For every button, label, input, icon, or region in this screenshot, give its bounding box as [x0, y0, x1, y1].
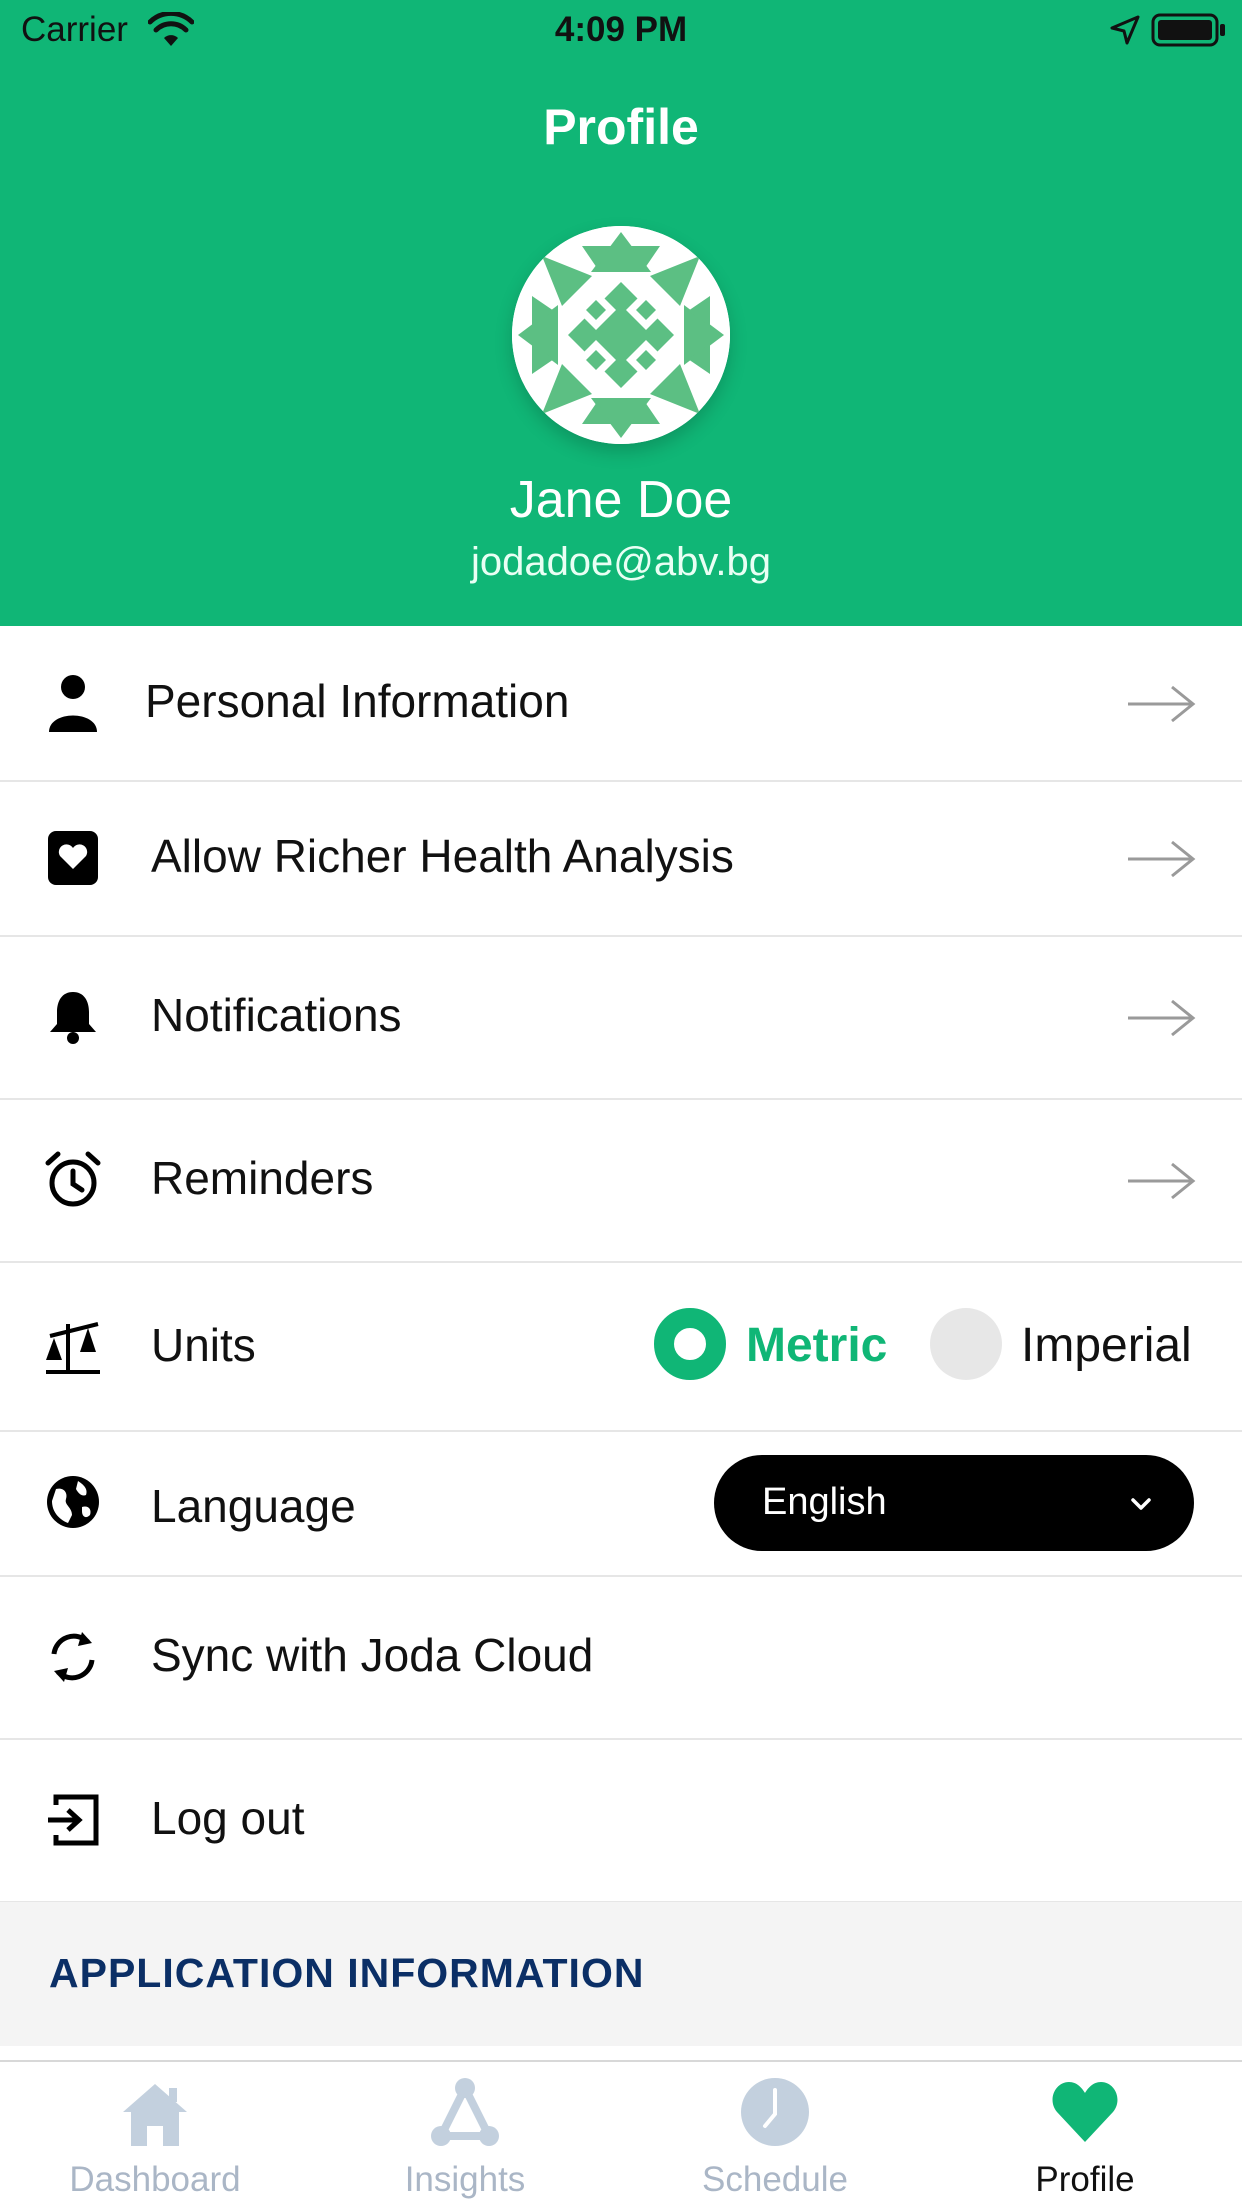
sync-row[interactable]: Sync with Joda Cloud [0, 1576, 1242, 1740]
application-information-section: APPLICATION INFORMATION [0, 1902, 1242, 2046]
arrow-right-icon [1128, 999, 1196, 1037]
triangle-network-icon [431, 2078, 499, 2146]
sync-icon [51, 1632, 95, 1682]
person-icon [49, 675, 97, 732]
battery-icon [1151, 13, 1225, 47]
globe-icon [47, 1476, 99, 1528]
tab-profile-label: Profile [1035, 2160, 1135, 2199]
health-analysis-label: Allow Richer Health Analysis [151, 830, 734, 882]
notifications-row[interactable]: Notifications [0, 936, 1242, 1100]
health-analysis-row[interactable]: Allow Richer Health Analysis [0, 781, 1242, 937]
metric-radio[interactable] [654, 1308, 726, 1380]
language-value: English [762, 1481, 887, 1523]
tab-dashboard-label: Dashboard [69, 2160, 241, 2199]
tab-profile[interactable]: Profile [930, 2062, 1240, 2210]
tab-insights-label: Insights [404, 2160, 526, 2199]
page-title: Profile [543, 99, 699, 155]
logout-icon [48, 1794, 99, 1846]
logout-row[interactable]: Log out [0, 1739, 1242, 1903]
arrow-right-icon [1128, 1162, 1196, 1200]
user-name: Jane Doe [509, 471, 733, 529]
heart-icon [1052, 2082, 1118, 2142]
scale-icon [46, 1322, 100, 1374]
imperial-radio[interactable] [930, 1308, 1002, 1380]
section-title: APPLICATION INFORMATION [49, 1950, 645, 1996]
units-label: Units [151, 1319, 256, 1371]
location-arrow-icon [1110, 15, 1140, 45]
language-row: Language English [0, 1431, 1242, 1577]
metric-label[interactable]: Metric [746, 1318, 887, 1373]
tab-dashboard[interactable]: Dashboard [0, 2062, 310, 2210]
personal-information-label: Personal Information [145, 675, 570, 727]
imperial-label[interactable]: Imperial [1021, 1318, 1192, 1373]
bell-icon [50, 992, 96, 1044]
alarm-clock-icon [45, 1151, 101, 1207]
language-label: Language [151, 1480, 356, 1532]
sync-label: Sync with Joda Cloud [151, 1629, 594, 1681]
status-bar: Carrier 4:09 PM [0, 0, 1242, 62]
chevron-down-icon [1131, 1498, 1151, 1510]
tab-schedule-label: Schedule [702, 2160, 848, 2199]
clock-icon [741, 2078, 809, 2146]
tab-bar: Dashboard Insights Schedule Profile [0, 2060, 1242, 2210]
tab-schedule[interactable]: Schedule [620, 2062, 930, 2210]
logout-label: Log out [151, 1792, 305, 1844]
reminders-row[interactable]: Reminders [0, 1099, 1242, 1263]
language-select[interactable]: English [714, 1455, 1194, 1551]
profile-header: Carrier 4:09 PM Profile Jane Doe jodadoe… [0, 0, 1242, 626]
notifications-label: Notifications [151, 989, 402, 1041]
heart-box-icon [48, 831, 98, 885]
avatar[interactable] [512, 226, 730, 444]
units-row: Units Metric Imperial [0, 1262, 1242, 1432]
reminders-label: Reminders [151, 1152, 374, 1204]
personal-information-row[interactable]: Personal Information [0, 626, 1242, 782]
user-email: jodadoe@abv.bg [470, 540, 772, 584]
avatar-pattern-icon [512, 226, 730, 444]
home-icon [123, 2084, 187, 2146]
arrow-right-icon [1128, 685, 1196, 723]
arrow-right-icon [1128, 840, 1196, 878]
tab-insights[interactable]: Insights [310, 2062, 620, 2210]
status-time: 4:09 PM [554, 10, 688, 49]
